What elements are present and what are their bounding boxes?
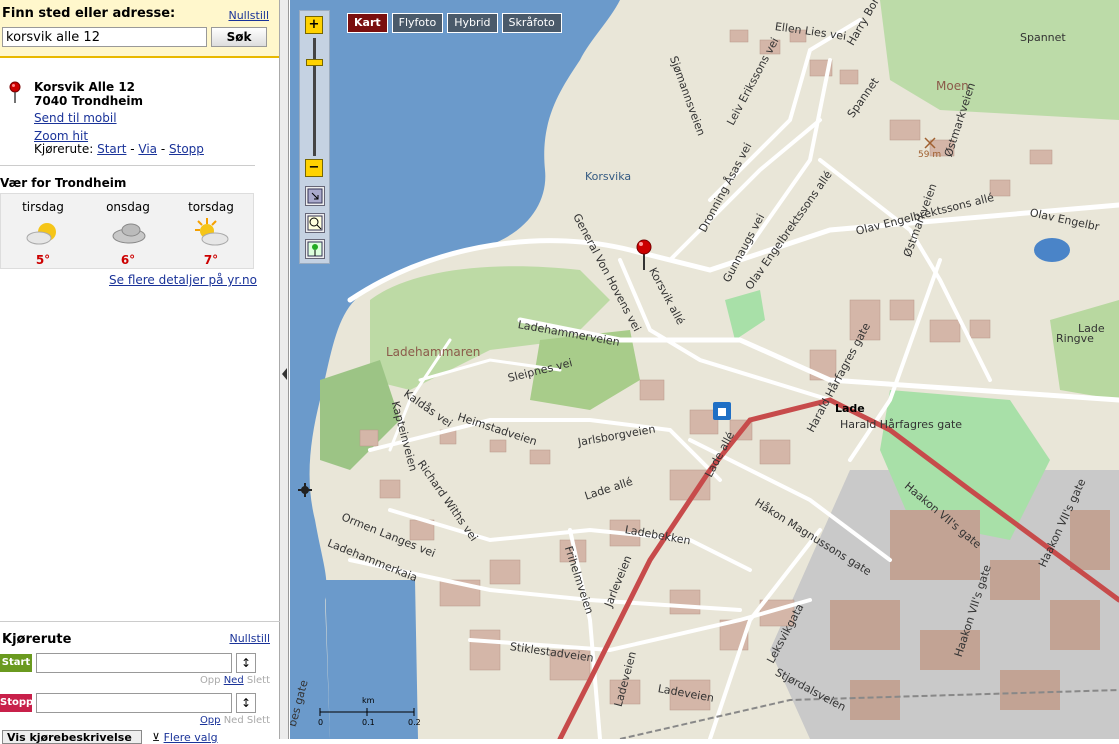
route-panel: Kjørerute Nullstill Start ↕ Opp Ned Slet…: [0, 621, 280, 744]
route-stop-link[interactable]: Stopp: [169, 142, 204, 156]
zoom-here-link[interactable]: Zoom hit: [34, 129, 88, 143]
reset-search-link[interactable]: Nullstill: [228, 9, 269, 22]
weather-temp: 7°: [203, 253, 219, 267]
park-area: [880, 0, 1119, 120]
sun-cloud-icon: [191, 218, 231, 248]
route-title: Kjørerute: [2, 632, 72, 647]
move-arrows-icon[interactable]: ↕: [236, 693, 256, 713]
map-type-flyfoto[interactable]: Flyfoto: [391, 13, 444, 33]
delete-link: Slett: [246, 715, 270, 726]
search-section: Finn sted eller adresse: Nullstill Søk: [0, 0, 279, 58]
pond: [1034, 238, 1070, 262]
start-tag: Start: [0, 654, 32, 672]
zoom-slider-handle[interactable]: [306, 59, 323, 66]
down-link[interactable]: Ned: [224, 675, 244, 686]
reset-route-link[interactable]: Nullstill: [229, 632, 270, 645]
stop-tag: Stopp: [0, 694, 33, 712]
zoom-in-button[interactable]: +: [305, 16, 323, 34]
more-options[interactable]: ⊻ Flere valg: [152, 731, 218, 744]
send-to-mobile-link[interactable]: Send til mobil: [34, 111, 117, 125]
map-label: 59 m: [918, 150, 942, 160]
map-label: Harald Hårfagres gate: [840, 418, 963, 431]
scale-unit: km: [362, 696, 375, 705]
zoom-slider-track[interactable]: [313, 38, 316, 156]
scale-label: 0.2: [408, 718, 421, 727]
zoom-control: + −: [299, 10, 330, 264]
zoom-out-button[interactable]: −: [305, 159, 323, 177]
map-label: Lade: [835, 402, 865, 415]
route-start-input[interactable]: [36, 653, 232, 673]
place-marker-tool-icon[interactable]: [305, 239, 325, 259]
zoom-box-tool-icon[interactable]: [305, 213, 325, 233]
address-line1: Korsvik Alle 12: [34, 80, 136, 94]
weather-temp: 6°: [120, 253, 136, 267]
weather-title: Vær for Trondheim: [0, 176, 127, 190]
partly-cloudy-icon: [25, 218, 65, 248]
route-stop-input[interactable]: [36, 693, 232, 713]
left-panel: Finn sted eller adresse: Nullstill Søk K…: [0, 0, 280, 744]
map-type-switcher: Kart Flyfoto Hybrid Skråfoto: [347, 13, 562, 33]
scale-label: 0.1: [362, 718, 375, 727]
search-button[interactable]: Søk: [211, 27, 267, 47]
more-options-link[interactable]: Flere valg: [164, 731, 218, 744]
sports-field: [725, 290, 765, 340]
divider: [0, 165, 255, 166]
down-link: Ned: [223, 715, 244, 726]
map-type-skraafoto[interactable]: Skråfoto: [501, 13, 562, 33]
expand-icon: ⊻: [152, 731, 164, 744]
up-link[interactable]: Opp: [200, 715, 221, 726]
route-row-links: Opp Ned Slett: [200, 715, 270, 726]
route-start-link[interactable]: Start: [97, 142, 126, 156]
delete-link: Slett: [246, 675, 270, 686]
map-label: Ringve: [1056, 332, 1094, 345]
map-label: Spannet: [1020, 31, 1066, 44]
route-links: Kjørerute: Start - Via - Stopp: [34, 142, 204, 156]
poi-icon: [713, 402, 731, 420]
weather-temp: 5°: [35, 253, 51, 267]
map-type-kart[interactable]: Kart: [347, 13, 388, 33]
map-type-hybrid[interactable]: Hybrid: [447, 13, 498, 33]
route-via-link[interactable]: Via: [138, 142, 157, 156]
address-line2: 7040 Trondheim: [34, 94, 144, 108]
weather-forecast: tirsdag onsdag torsdag 5° 6° 7°: [0, 193, 254, 269]
scale-bar: km 0 0.1 0.2: [318, 696, 421, 728]
scale-label: 0: [318, 718, 324, 727]
route-label: Kjørerute:: [34, 142, 94, 156]
weather-day: torsdag: [188, 200, 234, 214]
route-row-links: Opp Ned Slett: [200, 675, 270, 686]
yr-details-link[interactable]: Se flere detaljer på yr.no: [109, 273, 257, 287]
panel-splitter[interactable]: [280, 0, 289, 739]
map-pin-icon: [9, 81, 21, 106]
weather-day: tirsdag: [22, 200, 64, 214]
cloudy-icon: [109, 218, 149, 248]
show-directions-button[interactable]: Vis kjørebeskrivelse: [2, 730, 142, 744]
map-label: Ladehammaren: [386, 345, 481, 359]
collapse-arrow-icon[interactable]: [282, 368, 287, 380]
pan-tool-icon[interactable]: [305, 186, 325, 206]
map-label: Korsvika: [585, 170, 632, 183]
move-arrows-icon[interactable]: ↕: [236, 653, 256, 673]
up-link: Opp: [199, 675, 221, 686]
map-graphics: [290, 0, 1119, 739]
park-area: [1050, 300, 1119, 400]
weather-day: onsdag: [106, 200, 150, 214]
map-canvas[interactable]: Korsvika Ladehammaren Moen 59 m Spannet …: [290, 0, 1119, 739]
search-input[interactable]: [2, 27, 207, 47]
